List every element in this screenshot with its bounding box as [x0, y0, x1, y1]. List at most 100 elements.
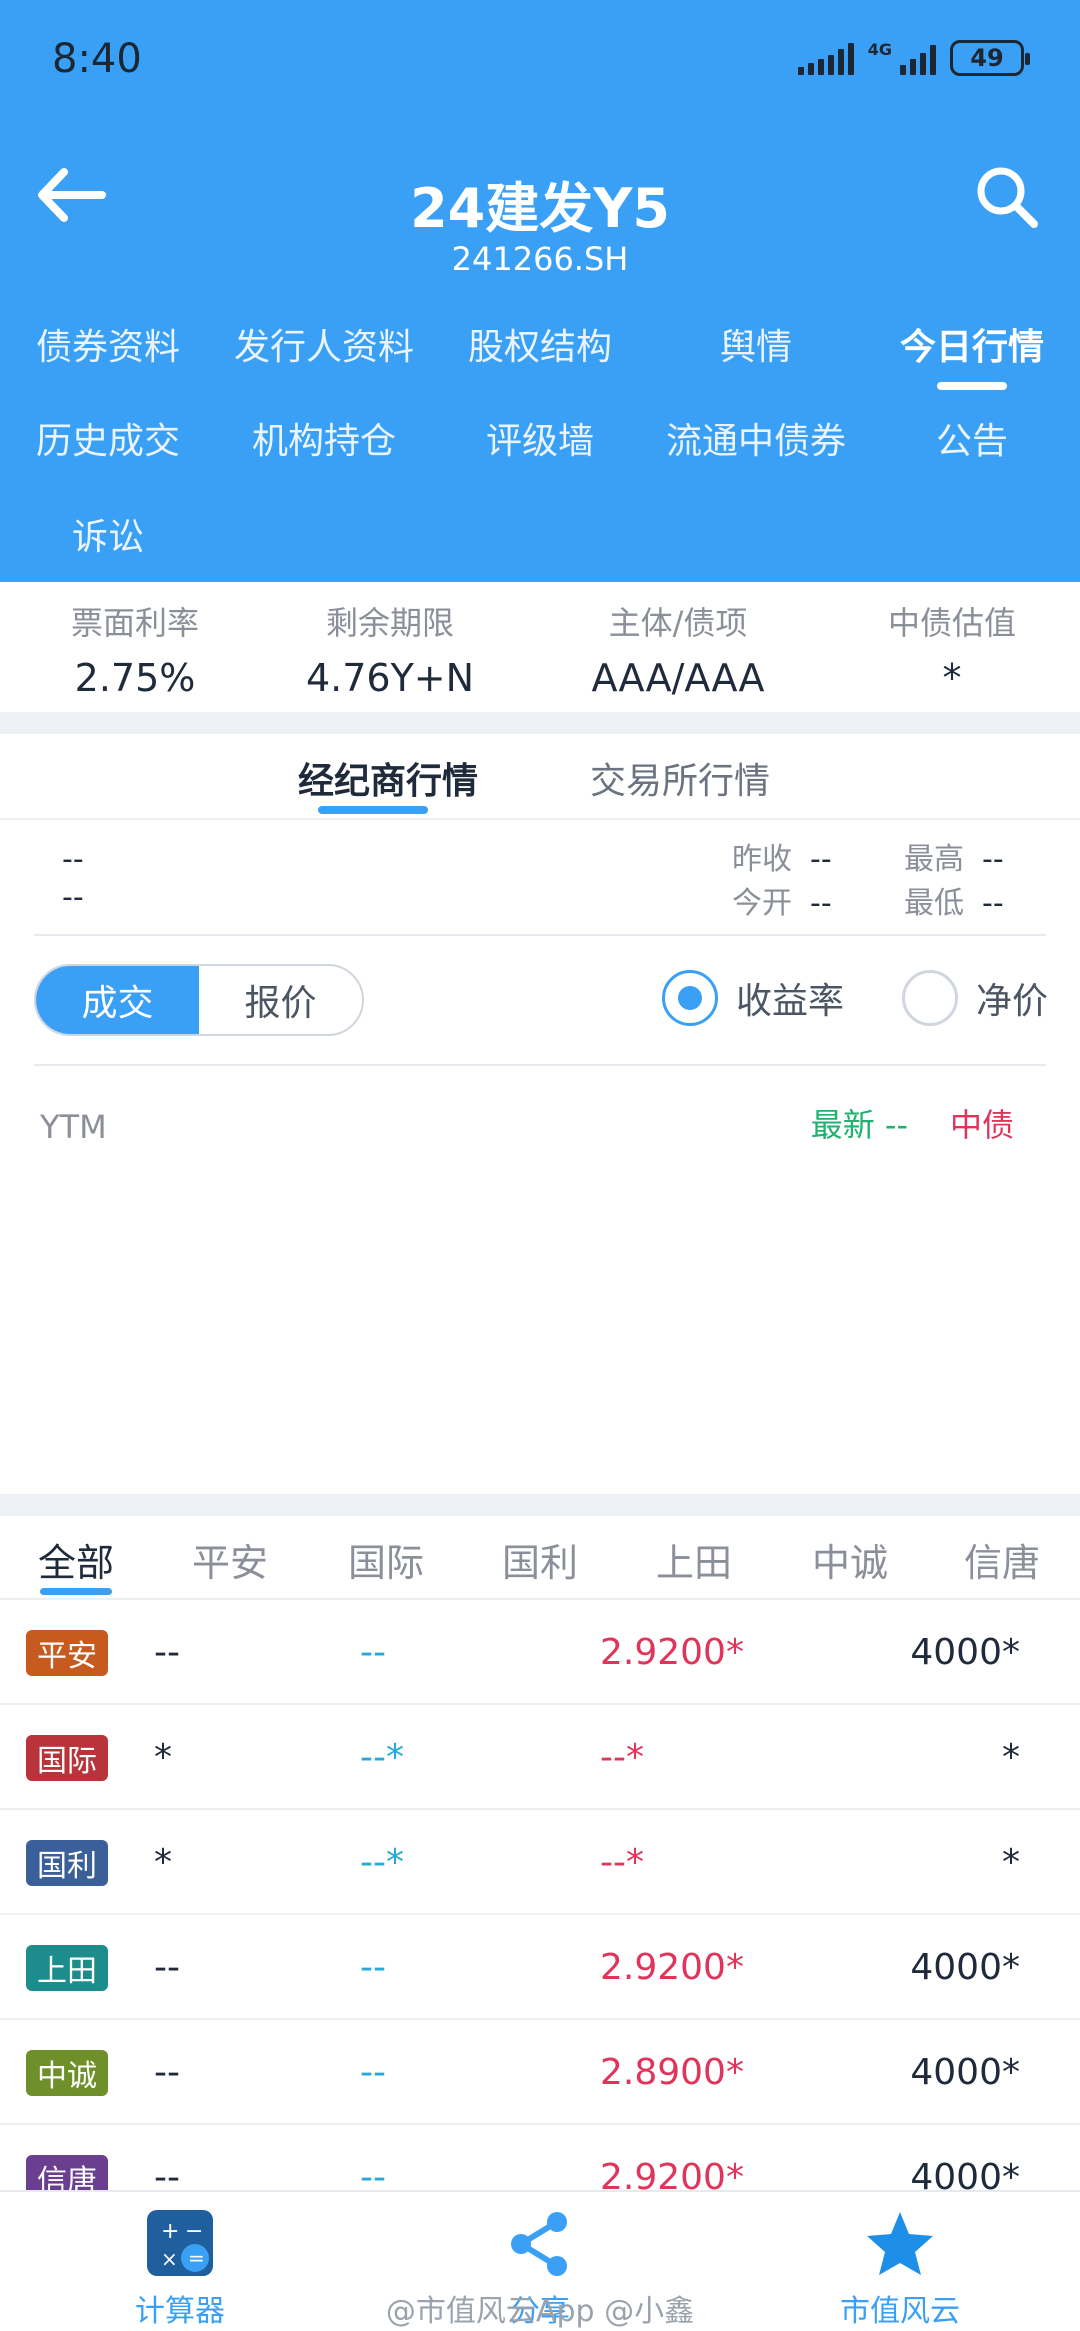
tab-outstanding-bonds[interactable]: 流通中债券: [648, 412, 864, 464]
chart-cbond-legend: 中债: [949, 1106, 1014, 1144]
market-tabs: 经纪商行情 交易所行情: [0, 734, 1080, 820]
quote-info: -- -- 昨收 -- 最高 -- 今开 -- 最低 --: [0, 820, 1080, 934]
radio-selected-icon[interactable]: [662, 970, 718, 1026]
battery-icon: 49: [950, 40, 1030, 76]
signal-icon: [797, 41, 854, 75]
svg-text:−: −: [185, 2219, 203, 2244]
col-4: *: [1002, 1842, 1020, 1883]
low-label: 最低: [904, 886, 964, 921]
broker-badge: 国际: [26, 1735, 108, 1781]
yield-chart: YTM 最新 -- 中债: [0, 1064, 1080, 1494]
tab-rating-wall[interactable]: 评级墙: [432, 412, 648, 464]
active-tab-indicator: [937, 382, 1007, 390]
broker-tab-guoli[interactable]: 国利: [502, 1532, 578, 1587]
valuation-value: *: [942, 656, 962, 700]
signal-icon-2: [900, 41, 936, 75]
tab-issuer-info[interactable]: 发行人资料: [216, 318, 432, 370]
tab-broker-quotes[interactable]: 经纪商行情: [298, 752, 478, 804]
chart-axis-label: YTM: [40, 1108, 107, 1146]
col-2: --*: [360, 1842, 404, 1883]
prev-close: 昨收 --: [732, 834, 832, 878]
tab-history-deals[interactable]: 历史成交: [0, 412, 216, 464]
low-value: --: [982, 886, 1004, 921]
col-1: --: [154, 1947, 180, 1988]
rating-label: 主体/债项: [608, 604, 748, 642]
radio-unselected-icon[interactable]: [902, 970, 958, 1026]
bottom-nav: + − × = 计算器 分享 市值风云: [0, 2190, 1080, 2331]
col-3: --*: [600, 1842, 644, 1883]
tab-bond-info[interactable]: 债券资料: [0, 318, 216, 370]
remaining-term-label: 剩余期限: [325, 604, 454, 642]
col-4: 4000*: [910, 1947, 1020, 1988]
tab-exchange-quotes[interactable]: 交易所行情: [590, 752, 770, 804]
prev-close-value: --: [810, 842, 832, 877]
broker-tab-shangtian[interactable]: 上田: [656, 1532, 732, 1587]
high: 最高 --: [904, 834, 1004, 878]
table-row[interactable]: 国利 * --* --* *: [0, 1810, 1080, 1915]
valuation-label: 中债估值: [887, 604, 1016, 642]
tab-holdings[interactable]: 机构持仓: [216, 412, 432, 464]
tab-sentiment[interactable]: 舆情: [648, 318, 864, 370]
open-label: 今开: [732, 886, 792, 921]
low: 最低 --: [904, 878, 1004, 922]
coupon-label: 票面利率: [70, 604, 199, 642]
nav-calculator[interactable]: + − × = 计算器: [70, 2208, 290, 2330]
col-2: --*: [360, 1737, 404, 1778]
star-icon: [867, 2212, 933, 2275]
high-label: 最高: [904, 842, 964, 877]
bond-summary: 票面利率 2.75% 剩余期限 4.76Y+N 主体/债项 AAA/AAA 中债…: [0, 582, 1080, 712]
share-icon: [511, 2212, 567, 2276]
broker-tab-all[interactable]: 全部: [38, 1532, 114, 1587]
open: 今开 --: [732, 878, 832, 922]
radio-net-price[interactable]: 净价: [902, 970, 1048, 1026]
market-tab-indicator: [318, 806, 428, 814]
status-icons: 4G 49: [797, 40, 1030, 76]
prev-close-label: 昨收: [732, 842, 792, 877]
nav-share[interactable]: 分享: [430, 2208, 650, 2330]
network-type: 4G: [867, 40, 892, 59]
chart-latest-legend: 最新 --: [810, 1106, 908, 1144]
status-time: 8:40: [52, 36, 142, 82]
col-4: *: [1002, 1737, 1020, 1778]
col-2: --: [360, 2052, 386, 2093]
table-row[interactable]: 平安 -- -- 2.9200* 4000*: [0, 1600, 1080, 1705]
divider: [0, 712, 1080, 734]
col-3: 2.9200*: [600, 1632, 744, 1673]
nav-app-label: 市值风云: [840, 2294, 960, 2329]
page-title: 24建发Y5: [410, 177, 670, 240]
deal-toggle[interactable]: 成交: [36, 966, 199, 1034]
col-4: 4000*: [910, 1632, 1020, 1673]
nav-share-label: 分享: [510, 2294, 570, 2329]
col-1: --: [154, 1632, 180, 1673]
tab-litigation[interactable]: 诉讼: [0, 508, 216, 560]
tab-equity-structure[interactable]: 股权结构: [432, 318, 648, 370]
col-2: --: [360, 1632, 386, 1673]
col-3: --*: [600, 1737, 644, 1778]
quote-toggle[interactable]: 报价: [199, 966, 362, 1034]
bond-code: 241266.SH: [451, 240, 629, 278]
search-icon[interactable]: [974, 164, 1040, 230]
col-3: 2.9200*: [600, 1947, 744, 1988]
nav-app[interactable]: 市值风云: [790, 2208, 1010, 2330]
broker-tab-zhongcheng[interactable]: 中诚: [812, 1532, 888, 1587]
radio-yield[interactable]: 收益率: [662, 970, 844, 1026]
radio-net-price-label: 净价: [976, 981, 1049, 1022]
table-row[interactable]: 国际 * --* --* *: [0, 1705, 1080, 1810]
broker-tab-pingan[interactable]: 平安: [192, 1532, 268, 1587]
col-3: 2.8900*: [600, 2052, 744, 2093]
table-row[interactable]: 中诚 -- -- 2.8900* 4000*: [0, 2020, 1080, 2125]
table-row[interactable]: 上田 -- -- 2.9200* 4000*: [0, 1915, 1080, 2020]
deal-quote-toggle: 成交 报价: [34, 964, 364, 1036]
broker-badge: 国利: [26, 1840, 108, 1886]
col-1: --: [154, 2052, 180, 2093]
col-1: *: [154, 1737, 172, 1778]
quote-line-1: --: [62, 842, 84, 877]
tab-today-quotes[interactable]: 今日行情: [864, 318, 1080, 370]
broker-tab-xintang[interactable]: 信唐: [964, 1532, 1040, 1587]
svg-text:+: +: [161, 2219, 179, 2244]
broker-tab-guoji[interactable]: 国际: [348, 1532, 424, 1587]
divider: [0, 1494, 1080, 1516]
tab-announcements[interactable]: 公告: [864, 412, 1080, 464]
svg-text:=: =: [188, 2246, 205, 2270]
nav-calculator-label: 计算器: [135, 2294, 225, 2329]
